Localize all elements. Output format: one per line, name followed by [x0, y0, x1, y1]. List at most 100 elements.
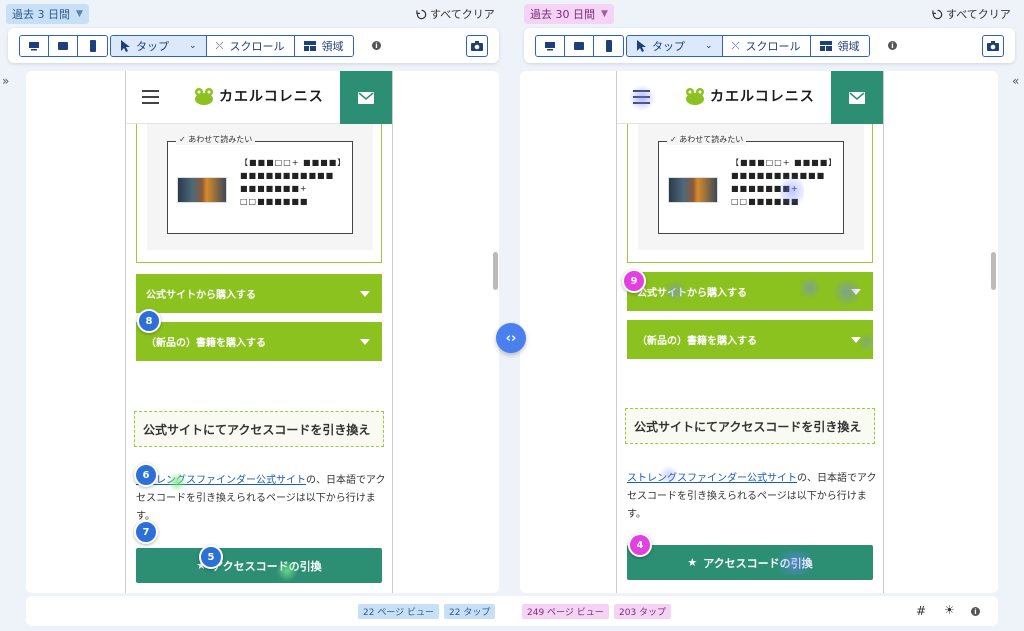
collapse-left-icon[interactable]: »: [2, 74, 9, 88]
clear-all-button-right[interactable]: すべてクリア: [932, 6, 1011, 22]
related-title: 【■■■□□+ ■■■■】 ■■■■■■■■■■■ ■■■■■■■+ □□■■■…: [731, 158, 838, 206]
swap-compare-button[interactable]: ‹›: [496, 323, 526, 353]
frog-logo-icon: [195, 88, 213, 105]
clear-all-button-left[interactable]: すべてクリア: [416, 6, 495, 22]
body-paragraph: ストレングスファインダー公式サイトの、日本語でアクセスコードを引き換えられるペー…: [627, 473, 877, 520]
swap-icon: ‹›: [505, 330, 517, 346]
caret-down-icon: [851, 337, 861, 343]
accordion-buy-official[interactable]: 公式サイトから購入する: [136, 274, 382, 313]
access-code-button[interactable]: ★ アクセスコードの引換: [136, 548, 382, 583]
area-mode-button[interactable]: 領域: [294, 36, 353, 56]
mode-switcher: タップ ⌄ ⤬ スクロール 領域: [110, 35, 354, 57]
period-select-left[interactable]: 過去 3 日間 ▼: [6, 4, 89, 24]
desktop-icon: [545, 42, 555, 51]
click-pin[interactable]: 7: [134, 520, 158, 544]
info-icon[interactable]: i: [971, 607, 980, 616]
pointer-icon: [121, 40, 130, 52]
mail-icon: [849, 91, 865, 104]
area-mode-button[interactable]: 領域: [810, 36, 869, 56]
mobile-button[interactable]: [78, 36, 107, 56]
related-card[interactable]: ✓ あわせて読みたい 【■■■□□+ ■■■■】 ■■■■■■■■■■■ ■■■…: [658, 134, 844, 234]
related-title: 【■■■□□+ ■■■■】 ■■■■■■■■■■■ ■■■■■■■+ □□■■■…: [240, 158, 347, 206]
pointer-icon: [637, 40, 646, 52]
click-pin[interactable]: 4: [628, 533, 652, 557]
scrollbar-thumb[interactable]: [991, 252, 996, 290]
collapse-right-icon[interactable]: «: [1012, 74, 1019, 88]
site-logo[interactable]: カエルコレニス: [685, 86, 815, 106]
official-site-link[interactable]: ストレングスファインダー公式サイト: [136, 475, 306, 486]
hamburger-icon[interactable]: [633, 90, 650, 104]
caret-down-icon: [360, 291, 370, 297]
click-pin[interactable]: 6: [134, 463, 158, 487]
period-label: 過去 3 日間: [12, 8, 70, 21]
access-code-button[interactable]: ★ アクセスコードの引換: [627, 545, 873, 580]
click-pin[interactable]: 8: [137, 309, 161, 333]
section-heading: 公式サイトにてアクセスコードを引き換え: [134, 411, 384, 447]
info-icon[interactable]: i: [888, 41, 897, 50]
device-switcher: [19, 35, 108, 57]
accordion-buy-new-book[interactable]: （新品の）書籍を購入する: [627, 320, 873, 359]
reset-icon: [932, 9, 943, 19]
accordion-buy-new-book[interactable]: （新品の）書籍を購入する: [136, 322, 382, 361]
mobile-button[interactable]: [594, 36, 623, 56]
reset-icon: [416, 9, 427, 19]
desktop-icon: [29, 42, 39, 51]
site-logo[interactable]: カエルコレニス: [194, 86, 324, 106]
period-select-right[interactable]: 過去 30 日間 ▼: [524, 4, 614, 24]
mail-button[interactable]: [340, 71, 392, 124]
tablet-button[interactable]: [565, 36, 594, 56]
screenshot-button[interactable]: [982, 35, 1004, 57]
check-icon: ✓: [670, 135, 680, 144]
body-paragraph: ストレングスファインダー公式サイトの、日本語でアクセスコードを引き換えられるペー…: [136, 475, 386, 522]
page-preview-right[interactable]: カエルコレニス ✓ あわせて読みたい 【■■■□□+ ■■■■】 ■■■■■■■…: [616, 71, 884, 593]
scroll-label: スクロール: [745, 40, 801, 53]
mobile-icon: [89, 40, 96, 52]
check-icon: ✓: [179, 135, 189, 144]
tap-mode-button[interactable]: タップ ⌄: [111, 36, 207, 56]
area-icon: [303, 41, 316, 51]
related-label: ✓ あわせて読みたい: [176, 134, 256, 145]
related-thumbnail: [177, 177, 227, 203]
tablet-button[interactable]: [49, 36, 78, 56]
related-box: ✓ あわせて読みたい 【■■■□□+ ■■■■】 ■■■■■■■■■■■ ■■■…: [136, 124, 382, 263]
taps-right: 203 タップ: [614, 604, 672, 619]
scroll-mode-button[interactable]: ⤬ スクロール: [206, 36, 295, 56]
chevron-down-icon: ⌄: [705, 41, 713, 51]
mail-icon: [358, 91, 374, 104]
desktop-button[interactable]: [536, 36, 565, 56]
scrollbar-thumb[interactable]: [493, 252, 498, 290]
chevron-down-icon: ⌄: [189, 41, 197, 51]
click-pin[interactable]: 5: [199, 545, 223, 569]
mail-button[interactable]: [831, 71, 883, 124]
info-icon[interactable]: i: [372, 41, 381, 50]
toolbar-left: タップ ⌄ ⤬ スクロール 領域 i: [8, 28, 499, 63]
pageviews-right: 249 ページ ビュー: [522, 604, 609, 619]
section-heading: 公式サイトにてアクセスコードを引き換え: [625, 408, 875, 444]
scroll-icon: ⤬: [731, 40, 740, 52]
stats-footer: 22 ページ ビュー 22 タップ 249 ページ ビュー 203 タップ # …: [26, 596, 998, 626]
device-switcher: [535, 35, 624, 57]
tap-label: タップ: [136, 40, 169, 53]
sun-icon[interactable]: ☀: [944, 603, 955, 617]
grid-settings-icon[interactable]: #: [916, 604, 926, 618]
desktop-button[interactable]: [20, 36, 49, 56]
accordion-buy-official[interactable]: 公式サイトから購入する: [627, 272, 873, 311]
tap-mode-button[interactable]: タップ ⌄: [627, 36, 723, 56]
tablet-icon: [574, 42, 584, 50]
area-label: 領域: [837, 40, 860, 53]
related-thumbnail: [668, 177, 718, 203]
chevron-down-icon: ▼: [76, 9, 83, 19]
related-card[interactable]: ✓ あわせて読みたい 【■■■□□+ ■■■■】 ■■■■■■■■■■■ ■■■…: [167, 134, 353, 234]
hamburger-icon[interactable]: [142, 90, 159, 104]
page-preview-left[interactable]: カエルコレニス ✓ あわせて読みたい 【■■■□□+ ■■■■】 ■■■■■■■…: [125, 71, 393, 593]
tablet-icon: [58, 42, 68, 50]
camera-icon: [987, 41, 999, 51]
scroll-mode-button[interactable]: ⤬ スクロール: [722, 36, 811, 56]
toolbar-right: タップ ⌄ ⤬ スクロール 領域 i: [524, 28, 1015, 63]
click-pin[interactable]: 9: [622, 269, 646, 293]
area-icon: [819, 41, 832, 51]
screenshot-button[interactable]: [466, 35, 488, 57]
scroll-icon: ⤬: [215, 40, 224, 52]
scroll-label: スクロール: [229, 40, 285, 53]
official-site-link[interactable]: ストレングスファインダー公式サイト: [627, 473, 797, 484]
